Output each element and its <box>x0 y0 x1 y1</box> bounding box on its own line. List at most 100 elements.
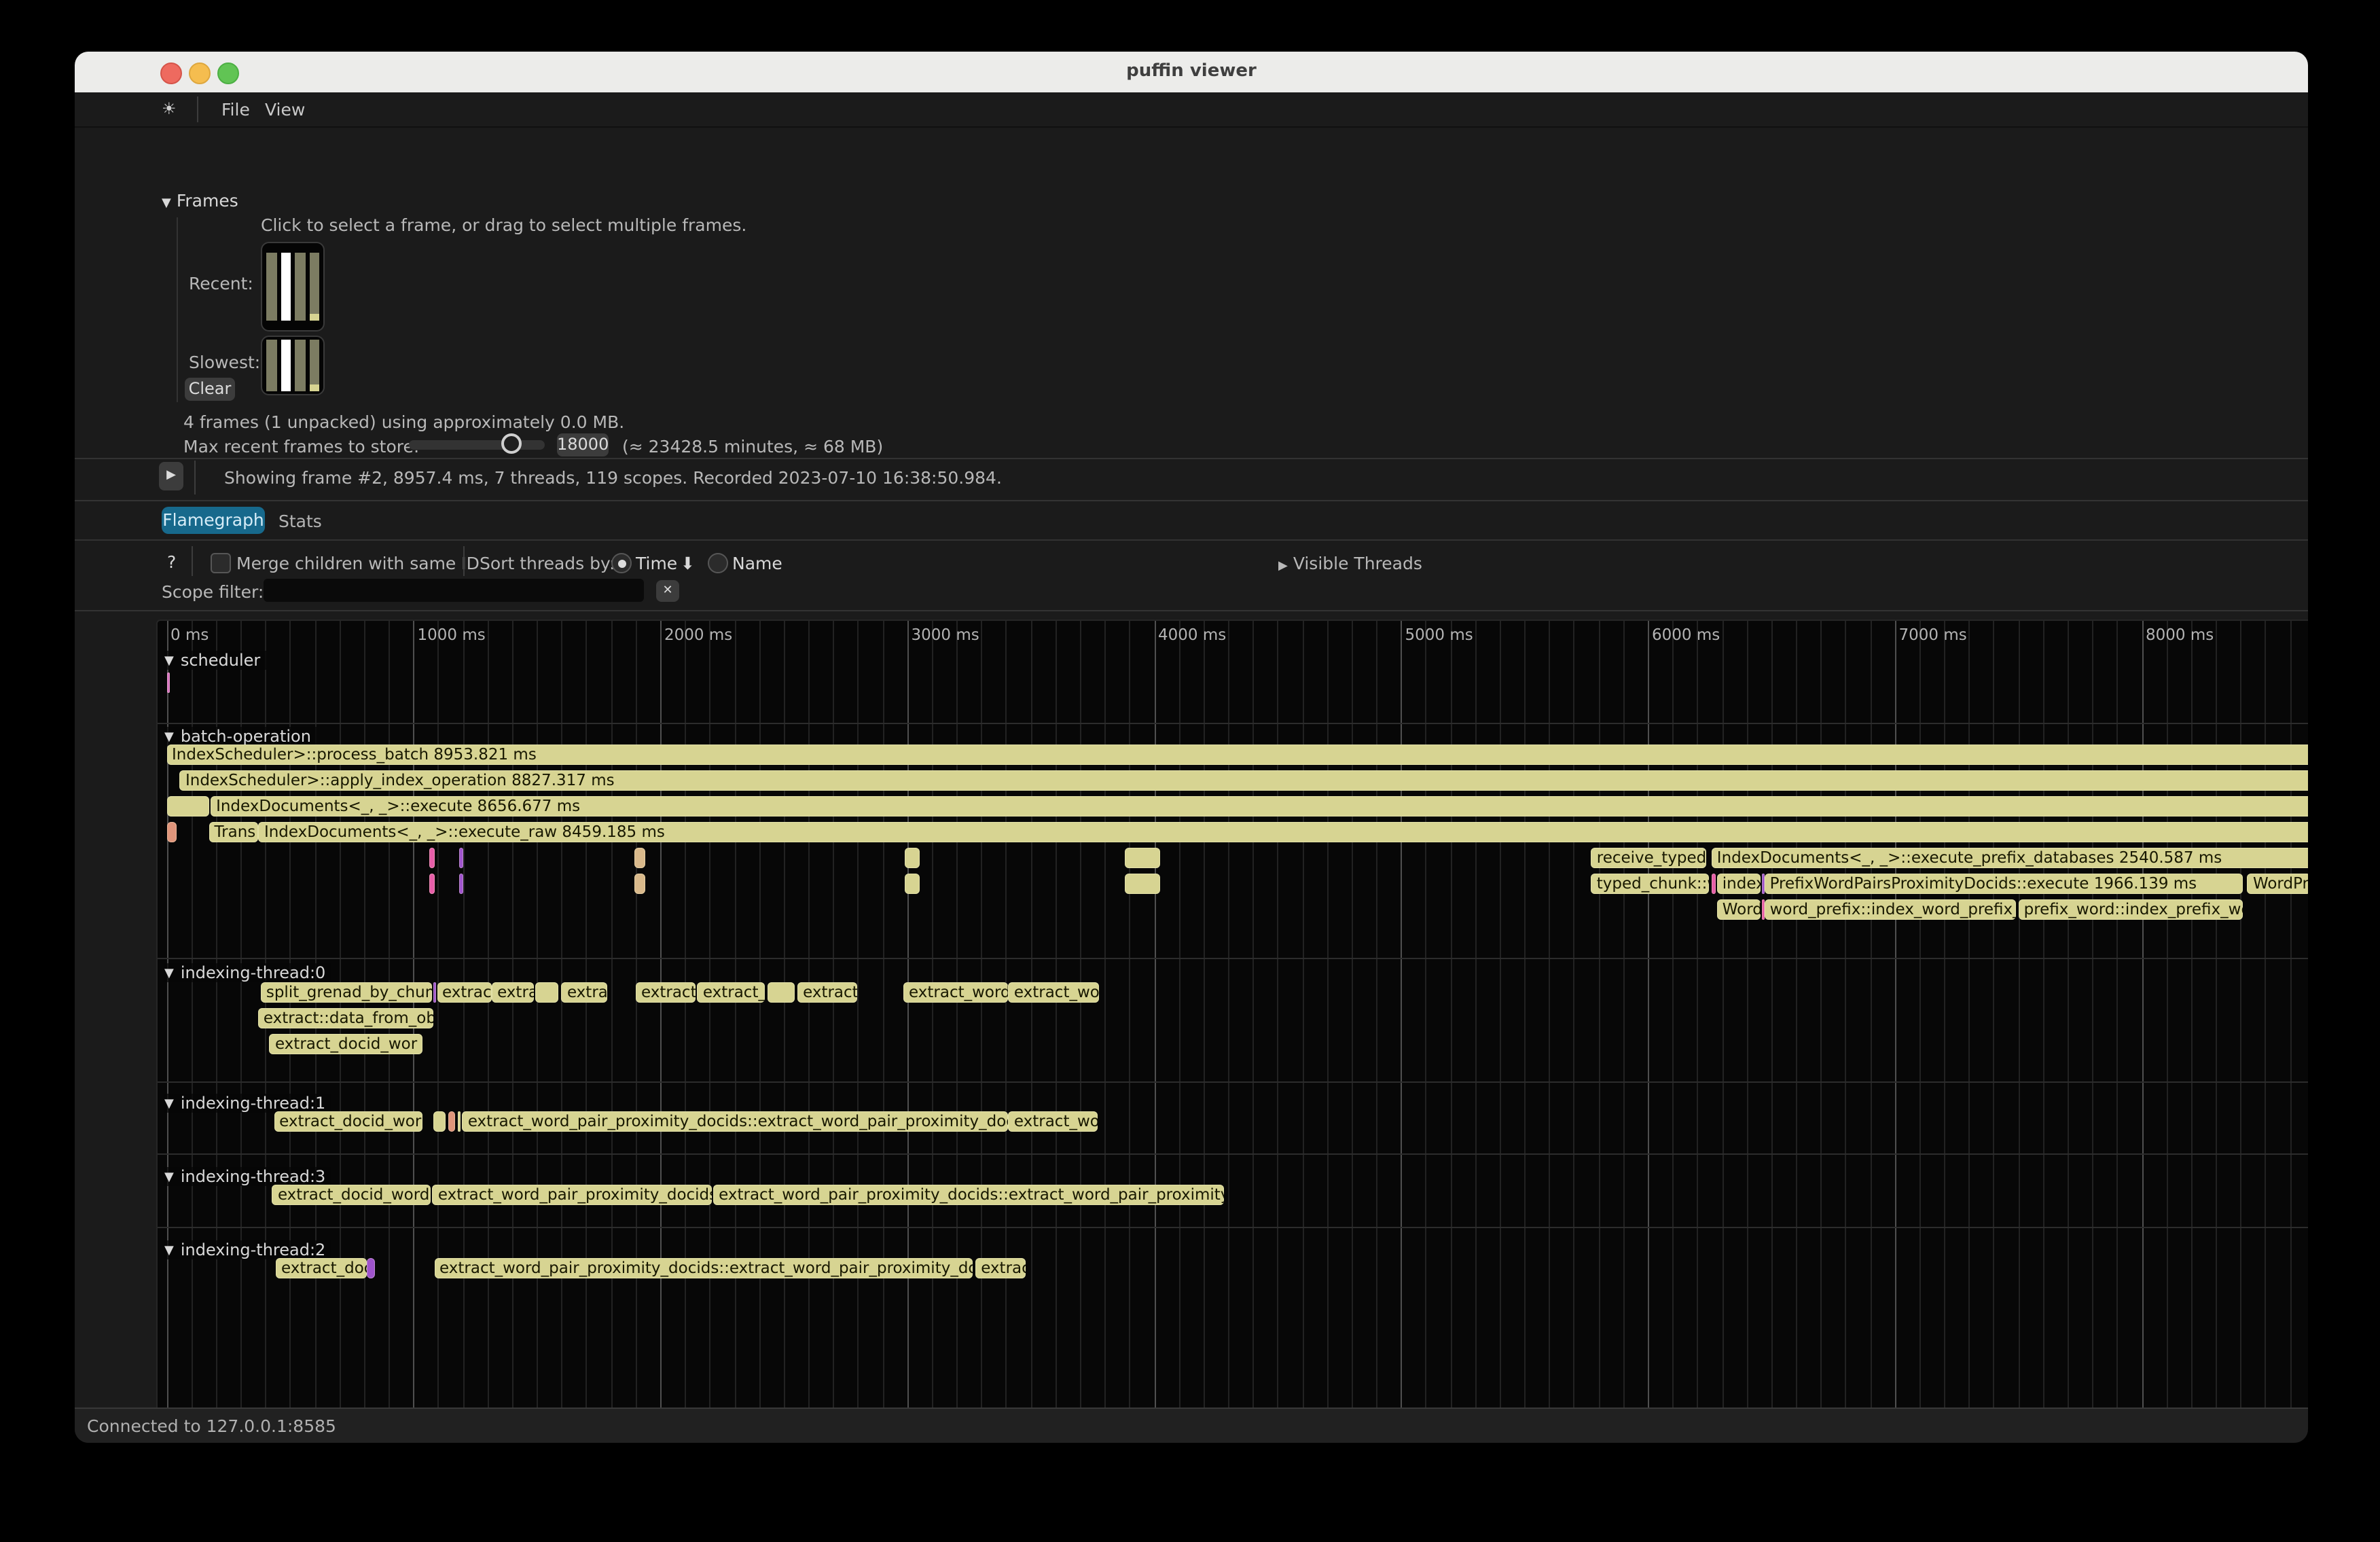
frame-thumb-bar[interactable] <box>266 253 276 321</box>
flame-span[interactable] <box>430 848 435 868</box>
thread-header-indexing-thread:2[interactable]: ▼indexing-thread:2 <box>164 1240 331 1259</box>
visible-threads-toggle[interactable]: ▶ Visible Threads <box>1278 553 1422 573</box>
thread-header-indexing-thread:1[interactable]: ▼indexing-thread:1 <box>164 1094 331 1113</box>
flame-span[interactable]: extract_word_pair_proximity_docids <box>433 1185 711 1205</box>
flame-span[interactable] <box>457 1111 461 1132</box>
scope-filter-input[interactable] <box>264 579 644 602</box>
slider-knob[interactable] <box>501 433 522 454</box>
collapse-icon: ▼ <box>162 197 171 211</box>
flame-span[interactable] <box>433 1111 446 1132</box>
flame-span-label: Word <box>1717 899 1761 918</box>
flame-span[interactable] <box>166 673 169 693</box>
flame-span[interactable]: prefix_word::index_prefix_wo <box>2019 899 2243 920</box>
flame-span[interactable]: extrac <box>975 1258 1025 1278</box>
flame-span[interactable]: WordPr <box>2248 874 2308 894</box>
flame-span[interactable]: IndexScheduler>::process_batch 8953.821 … <box>166 745 2308 765</box>
max-frames-slider[interactable] <box>409 440 545 450</box>
tab-stats[interactable]: Stats <box>278 511 322 531</box>
flame-span[interactable]: extra <box>492 982 535 1003</box>
thread-header-indexing-thread:3[interactable]: ▼indexing-thread:3 <box>164 1167 331 1186</box>
app-menu-icon[interactable]: ☀ <box>162 99 177 118</box>
flame-span[interactable]: extract::data_from_ob <box>258 1008 433 1028</box>
flame-span[interactable] <box>1711 874 1716 894</box>
flame-span-label: extract::data_from_ob <box>258 1008 433 1027</box>
flame-span[interactable] <box>904 848 920 868</box>
flame-span[interactable] <box>904 874 920 894</box>
tab-flamegraph[interactable]: Flamegraph <box>162 507 265 534</box>
flame-span[interactable] <box>634 874 646 894</box>
flame-span-label: extrac <box>562 982 607 1001</box>
flame-span[interactable]: extrac <box>562 982 607 1003</box>
flame-span[interactable]: extract <box>437 982 491 1003</box>
frame-thumb-bar[interactable] <box>295 253 305 321</box>
flame-span-label: extract_ <box>698 982 765 1001</box>
scope-filter-label: Scope filter: <box>162 581 264 602</box>
max-frames-label: Max recent frames to store: <box>183 436 419 456</box>
flame-span[interactable]: extract_docid_word <box>272 1185 431 1205</box>
menubar: ☀ File View <box>75 92 2308 128</box>
menu-file[interactable]: File <box>221 99 250 120</box>
max-frames-value[interactable]: 18000 <box>557 433 609 456</box>
sort-time-radio[interactable] <box>611 553 632 573</box>
flame-span[interactable] <box>166 796 209 817</box>
recent-frames-thumbnail[interactable] <box>261 242 325 331</box>
frame-thumb-bar[interactable] <box>281 253 291 321</box>
frames-section-header[interactable]: ▼ Frames <box>162 190 238 211</box>
flame-span[interactable]: extract_word_pair_proximity_docids::extr… <box>713 1185 1223 1205</box>
flame-span[interactable]: PrefixWordPairsProximityDocids::execute … <box>1765 874 2243 894</box>
frame-thumb-bar[interactable] <box>295 340 305 391</box>
flame-span[interactable] <box>430 874 435 894</box>
menu-view[interactable]: View <box>265 99 305 120</box>
flame-span[interactable]: extract_wo <box>1009 982 1099 1003</box>
flame-span[interactable] <box>536 982 558 1003</box>
flame-span[interactable]: extract_ <box>636 982 696 1003</box>
merge-children-checkbox[interactable] <box>211 553 231 573</box>
frame-thumb-bar[interactable] <box>309 340 319 391</box>
flame-span[interactable]: extract_wo <box>1009 1111 1097 1132</box>
frame-thumb-bar[interactable] <box>309 253 319 321</box>
thread-header-batch-operation[interactable]: ▼batch-operation <box>164 727 317 746</box>
flame-span[interactable] <box>634 848 646 868</box>
thread-header-indexing-thread:0[interactable]: ▼indexing-thread:0 <box>164 963 331 982</box>
flame-span[interactable]: split_grenad_by_chun <box>261 982 433 1003</box>
flame-span[interactable]: typed_chunk::w <box>1591 874 1709 894</box>
clear-frames-button[interactable]: Clear <box>185 378 235 401</box>
slowest-frames-thumbnail[interactable] <box>261 336 325 395</box>
flame-span[interactable] <box>1125 848 1160 868</box>
help-button[interactable]: ? <box>167 552 176 572</box>
flame-span[interactable] <box>168 822 177 842</box>
flame-span[interactable] <box>433 982 436 1003</box>
flame-span[interactable]: IndexDocuments<_, _>::execute 8656.677 m… <box>211 796 2308 817</box>
flame-span[interactable]: extract_doc <box>276 1258 366 1278</box>
frame-thumb-bar[interactable] <box>281 340 291 391</box>
flame-span[interactable]: word_prefix::index_word_prefix_ <box>1765 899 2016 920</box>
flame-span[interactable] <box>1125 874 1160 894</box>
clear-filter-button[interactable]: ✕ <box>656 580 679 602</box>
flame-span[interactable] <box>367 1258 375 1278</box>
flame-span[interactable]: receive_typed_ <box>1591 848 1707 868</box>
sort-name-radio[interactable] <box>708 553 728 573</box>
flame-span[interactable]: IndexDocuments<_, _>::execute_prefix_dat… <box>1712 848 2308 868</box>
play-button[interactable]: ▶ <box>159 462 183 490</box>
flame-span[interactable] <box>767 982 795 1003</box>
flame-span[interactable]: extract_ <box>698 982 765 1003</box>
flame-span[interactable]: IndexDocuments<_, _>::execute_raw 8459.1… <box>259 822 2308 842</box>
flame-span[interactable]: Word <box>1717 899 1761 920</box>
flame-span[interactable]: extract_docid_wor <box>270 1034 422 1054</box>
separator <box>75 458 2308 459</box>
sort-direction-icon[interactable]: ⬇ <box>681 553 695 573</box>
thread-header-scheduler[interactable]: ▼scheduler <box>164 651 266 670</box>
sort-time-label[interactable]: Time <box>636 553 677 573</box>
flame-span[interactable]: extract_word <box>903 982 1007 1003</box>
flamegraph-canvas[interactable]: 0 ms0 ms1000 ms1000 ms2000 ms2000 ms3000… <box>156 620 2308 1443</box>
flame-span[interactable]: extract_word_pair_proximity_docids::extr… <box>463 1111 1007 1132</box>
flame-span[interactable]: extract_word_pair_proximity_docids::extr… <box>434 1258 973 1278</box>
flame-span[interactable]: index <box>1717 874 1761 894</box>
sort-name-label[interactable]: Name <box>732 553 782 573</box>
flame-span[interactable]: IndexScheduler>::apply_index_operation 8… <box>180 770 2308 791</box>
flame-span[interactable] <box>448 1111 456 1132</box>
flame-span[interactable]: Trans <box>209 822 258 842</box>
flame-span[interactable]: extract_docid_wor <box>274 1111 422 1132</box>
flame-span[interactable]: extract <box>797 982 857 1003</box>
frame-thumb-bar[interactable] <box>266 340 276 391</box>
